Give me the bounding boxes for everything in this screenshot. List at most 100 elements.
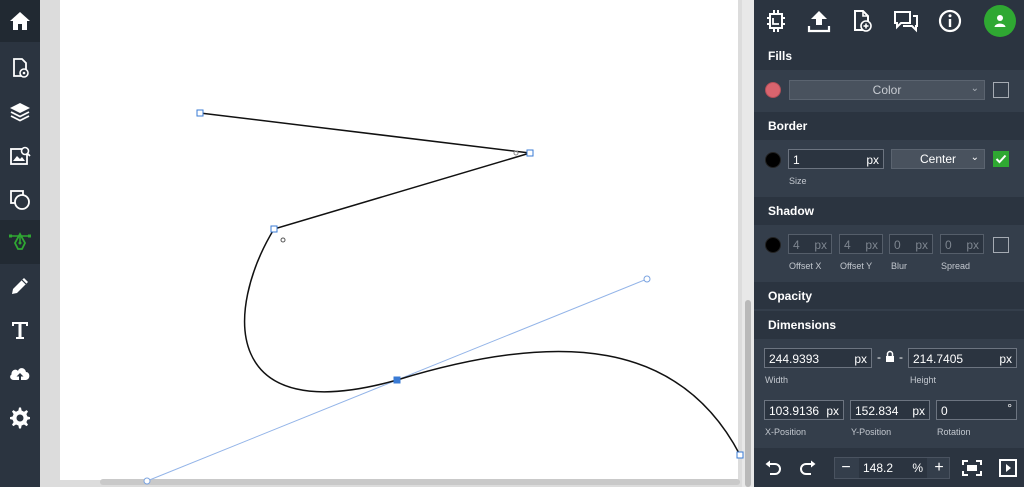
image-search-button[interactable] <box>0 134 40 178</box>
width-label: Width <box>765 375 789 385</box>
undo-icon <box>765 460 781 475</box>
pen-tool-button[interactable] <box>0 220 40 264</box>
add-page-button[interactable] <box>846 5 878 37</box>
shadow-enabled-checkbox[interactable] <box>993 237 1009 253</box>
height-label: Height <box>910 375 937 385</box>
border-enabled-checkbox[interactable] <box>993 151 1009 167</box>
shadow-offset-y-unit: px <box>865 238 878 252</box>
shadow-section-header[interactable]: Shadow <box>754 197 1024 225</box>
fill-color-swatch[interactable] <box>765 82 781 98</box>
shadow-color-swatch[interactable] <box>765 237 781 253</box>
border-size-unit: px <box>866 153 879 167</box>
page-settings-icon <box>13 58 29 78</box>
shadow-offset-x-input[interactable]: 4 px <box>788 234 832 254</box>
anchor-point[interactable] <box>270 225 278 233</box>
fills-section-header[interactable]: Fills <box>754 42 1024 70</box>
y-position-input[interactable]: 152.834 px <box>850 400 930 420</box>
text-tool-button[interactable] <box>0 308 40 352</box>
bezier-handle-point[interactable] <box>643 275 651 283</box>
shadow-offset-x-label: Offset X <box>789 261 822 271</box>
add-page-icon <box>854 10 872 32</box>
shadow-blur-value: 0 <box>894 238 901 252</box>
toggle-panel-button[interactable] <box>998 458 1018 478</box>
shadow-spread-unit: px <box>966 238 979 252</box>
height-input[interactable]: 214.7405 px <box>908 348 1017 368</box>
page-settings-button[interactable] <box>0 46 40 90</box>
chevron-down-icon: ⌄ <box>970 83 979 94</box>
layers-icon <box>10 103 30 122</box>
shapes-icon <box>10 190 30 210</box>
image-search-icon <box>10 146 31 165</box>
width-input[interactable]: 244.9393 px <box>764 348 872 368</box>
canvas-area[interactable] <box>40 0 754 487</box>
redo-button[interactable] <box>798 458 818 478</box>
fit-screen-button[interactable] <box>962 458 982 478</box>
user-avatar-button[interactable] <box>984 5 1016 37</box>
shadow-blur-label: Blur <box>891 261 908 271</box>
cursor-marker <box>280 237 286 243</box>
upload-cloud-button[interactable] <box>0 352 40 396</box>
zoom-out-button[interactable]: − <box>836 458 856 478</box>
border-position-select[interactable]: Center ⌄ <box>891 149 985 169</box>
info-button[interactable] <box>934 5 966 37</box>
anchor-point[interactable] <box>196 109 204 117</box>
layers-button[interactable] <box>0 90 40 134</box>
left-toolbar <box>0 0 40 487</box>
properties-panel: Fills Color ⌄ Border 1 px Size Center ⌄ <box>754 0 1024 487</box>
shadow-offset-y-label: Offset Y <box>840 261 873 271</box>
zoom-value: 148.2 <box>863 461 894 475</box>
collapse-panel-icon <box>999 459 1017 477</box>
settings-button[interactable] <box>0 396 40 440</box>
shapes-button[interactable] <box>0 178 40 222</box>
undo-button[interactable] <box>763 458 783 478</box>
fills-title: Fills <box>768 49 793 63</box>
vector-path[interactable] <box>199 112 741 456</box>
shadow-title: Shadow <box>768 204 815 218</box>
y-position-value: 152.834 <box>855 404 899 418</box>
home-icon <box>10 12 30 30</box>
zoom-control: − 148.2 % + <box>834 457 950 479</box>
fill-type-select[interactable]: Color ⌄ <box>789 80 985 100</box>
shadow-spread-input[interactable]: 0 px <box>940 234 984 254</box>
lock-dash-right: - <box>899 350 903 364</box>
comments-icon <box>894 11 918 33</box>
aspect-lock-icon[interactable] <box>885 350 895 363</box>
border-color-swatch[interactable] <box>765 152 781 168</box>
home-button[interactable] <box>0 0 40 42</box>
pencil-button[interactable] <box>0 264 40 308</box>
upload-button[interactable] <box>803 5 835 37</box>
editor-app: Fills Color ⌄ Border 1 px Size Center ⌄ <box>0 0 1024 487</box>
border-section-header[interactable]: Border <box>754 112 1024 140</box>
y-position-unit: px <box>912 404 925 418</box>
anchor-point[interactable] <box>526 149 534 157</box>
border-size-value: 1 <box>793 153 800 167</box>
text-icon <box>12 322 28 339</box>
opacity-title: Opacity <box>768 289 813 303</box>
opacity-section-header[interactable]: Opacity <box>754 282 1024 309</box>
comments-button[interactable] <box>890 5 922 37</box>
border-size-label: Size <box>789 176 807 186</box>
chevron-down-icon: ⌄ <box>970 152 979 163</box>
fit-screen-icon <box>962 460 982 476</box>
rotation-input[interactable]: 0 ° <box>936 400 1017 420</box>
anchor-point[interactable] <box>736 451 744 459</box>
x-position-input[interactable]: 103.9136 px <box>764 400 844 420</box>
crop-tool-button[interactable] <box>760 5 792 37</box>
selected-anchor-point[interactable] <box>393 376 401 384</box>
shadow-offset-y-input[interactable]: 4 px <box>839 234 883 254</box>
rotation-unit: ° <box>1007 401 1012 415</box>
zoom-input[interactable]: 148.2 % <box>859 458 927 478</box>
x-position-value: 103.9136 <box>769 404 820 418</box>
shadow-blur-input[interactable]: 0 px <box>889 234 933 254</box>
settings-gear-icon <box>10 407 30 429</box>
fill-enabled-checkbox[interactable] <box>993 82 1009 98</box>
width-value: 244.9393 <box>769 352 820 366</box>
zoom-in-button[interactable]: + <box>929 458 949 478</box>
dimensions-section-header[interactable]: Dimensions <box>754 311 1024 339</box>
redo-icon <box>800 460 816 475</box>
border-section: 1 px Size Center ⌄ <box>754 140 1024 197</box>
shadow-offset-x-value: 4 <box>793 238 800 252</box>
border-size-input[interactable]: 1 px <box>788 149 884 169</box>
bezier-handle-point[interactable] <box>143 477 151 485</box>
rotation-label: Rotation <box>937 427 971 437</box>
